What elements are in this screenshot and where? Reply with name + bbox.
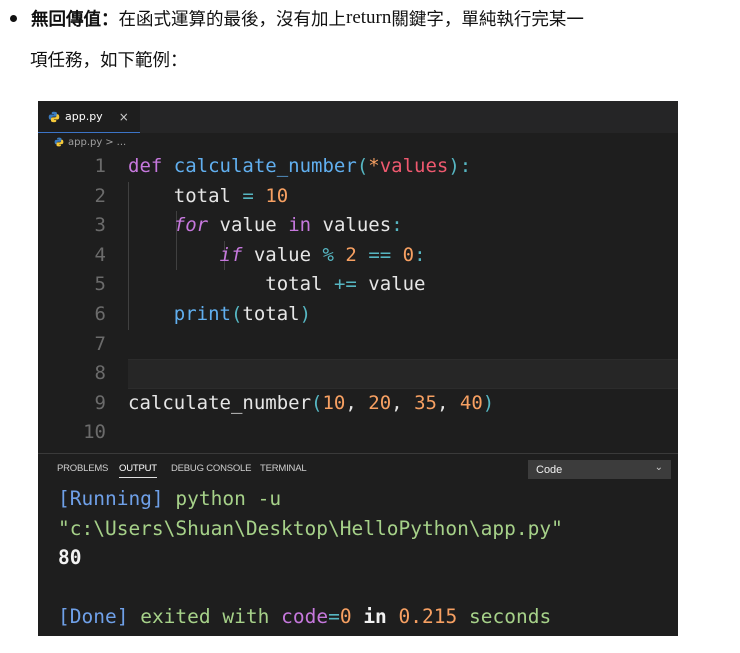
code-line: 2 total = 10 — [38, 182, 678, 212]
token-for: for — [173, 214, 209, 237]
output-line: [Running] python -u — [58, 487, 282, 510]
tab-problems[interactable]: PROBLEMS — [57, 463, 108, 474]
token-colon: : — [391, 214, 403, 237]
token-op: += — [333, 273, 357, 296]
code-line: 4 if value % 2 == 0: — [38, 241, 678, 271]
select-value: Code — [536, 463, 563, 476]
tab-output[interactable]: OUTPUT — [119, 463, 157, 478]
token-number: 20 — [368, 391, 392, 414]
tab-terminal[interactable]: TERMINAL — [260, 463, 307, 474]
token-op: % — [322, 243, 334, 266]
token-paren: ( — [311, 391, 323, 414]
token-var: values — [322, 214, 392, 237]
code-line: 10 — [38, 418, 678, 448]
token-paren-close: ) — [482, 391, 495, 414]
token-var: value — [219, 214, 277, 237]
tab-filename: app.py — [65, 110, 103, 123]
code-line: 9 calculate_number(10, 20, 35, 40) — [38, 389, 678, 419]
code-line: 8 — [38, 359, 678, 389]
breadcrumb-more[interactable]: ... — [117, 137, 127, 148]
line-number: 3 — [94, 214, 106, 237]
token-def: def — [128, 155, 163, 177]
token-colon: : — [414, 243, 426, 266]
token-var: total — [265, 273, 323, 296]
token-number: 35 — [414, 391, 437, 414]
token-op: == — [368, 243, 392, 266]
description-text: 在函式運算的最後，沒有加上 — [118, 9, 347, 30]
tab-app-py[interactable]: app.py × — [38, 101, 140, 133]
python-file-icon — [48, 111, 60, 122]
output-line: [Done] exited with code=0 in 0.215 secon… — [58, 605, 552, 629]
output-panel: PROBLEMS OUTPUT DEBUG CONSOLE TERMINAL C… — [38, 453, 678, 636]
code-line: 7 — [38, 330, 678, 360]
close-tab-icon[interactable]: × — [119, 110, 129, 124]
token-var: total — [242, 303, 300, 325]
token-builtin: print — [173, 303, 231, 325]
line-number: 2 — [94, 184, 106, 207]
line-number: 9 — [94, 391, 106, 414]
token-number: 40 — [459, 391, 483, 414]
code-line: 6 print(total) — [38, 300, 678, 330]
line-number: 5 — [94, 273, 106, 296]
line-number: 8 — [94, 362, 106, 385]
description-text-cont: 關鍵字，單純執行完某一 — [391, 9, 584, 30]
chevron-right-icon: > — [105, 136, 114, 148]
return-keyword: return — [346, 7, 392, 28]
bullet-item: 無回傳值： 在函式運算的最後，沒有加上 return 關鍵字，單純執行完某一 — [8, 4, 584, 32]
token-op: = — [242, 184, 254, 207]
tab-debug-console[interactable]: DEBUG CONSOLE — [171, 463, 251, 474]
code-line: 5 total += value — [38, 270, 678, 300]
token-in: in — [288, 214, 312, 237]
code-line: 3 for value in values: — [38, 211, 678, 241]
panel-tab-bar: PROBLEMS OUTPUT DEBUG CONSOLE TERMINAL C… — [38, 454, 678, 484]
python-file-icon — [54, 137, 64, 147]
output-line: "c:\Users\Shuan\Desktop\HelloPython\app.… — [58, 516, 563, 540]
line-number: 6 — [94, 303, 106, 325]
token-number: 10 — [322, 391, 346, 414]
token-var: value — [253, 243, 312, 266]
token-var: total — [173, 184, 231, 207]
token-paren: ( — [356, 155, 369, 177]
output-channel-select[interactable]: Code ⌄ — [528, 460, 671, 479]
token-param: values — [379, 155, 449, 177]
token-paren-close: ) — [299, 303, 312, 325]
bullet-dot-icon — [10, 14, 17, 22]
output-line: 80 — [58, 546, 82, 570]
token-number: 10 — [265, 184, 289, 207]
token-number: 0 — [402, 243, 415, 266]
token-paren-close: ): — [448, 155, 472, 177]
chevron-down-icon: ⌄ — [654, 462, 663, 473]
code-line: 1 def calculate_number(*values): — [38, 152, 678, 182]
line-number: 7 — [94, 332, 106, 355]
token-var: value — [368, 273, 426, 296]
token-if: if — [219, 243, 243, 266]
token-number: 2 — [345, 243, 357, 266]
token-star: * — [368, 155, 380, 177]
line-number: 4 — [94, 243, 106, 266]
token-function-name: calculate_number — [173, 155, 357, 177]
line-number: 10 — [83, 421, 106, 444]
breadcrumb: app.py > ... — [38, 133, 678, 151]
line-number: 1 — [94, 155, 106, 177]
editor-tab-bar: app.py × — [38, 101, 678, 133]
term-label: 無回傳值： — [31, 9, 119, 30]
code-editor-screenshot: app.py × app.py > ... 1 def calculate_nu… — [38, 101, 678, 636]
breadcrumb-file[interactable]: app.py — [68, 137, 102, 148]
description-line-2: 項任務，如下範例： — [30, 50, 188, 71]
token-function-call: calculate_number — [128, 391, 312, 414]
token-paren: ( — [230, 303, 243, 325]
